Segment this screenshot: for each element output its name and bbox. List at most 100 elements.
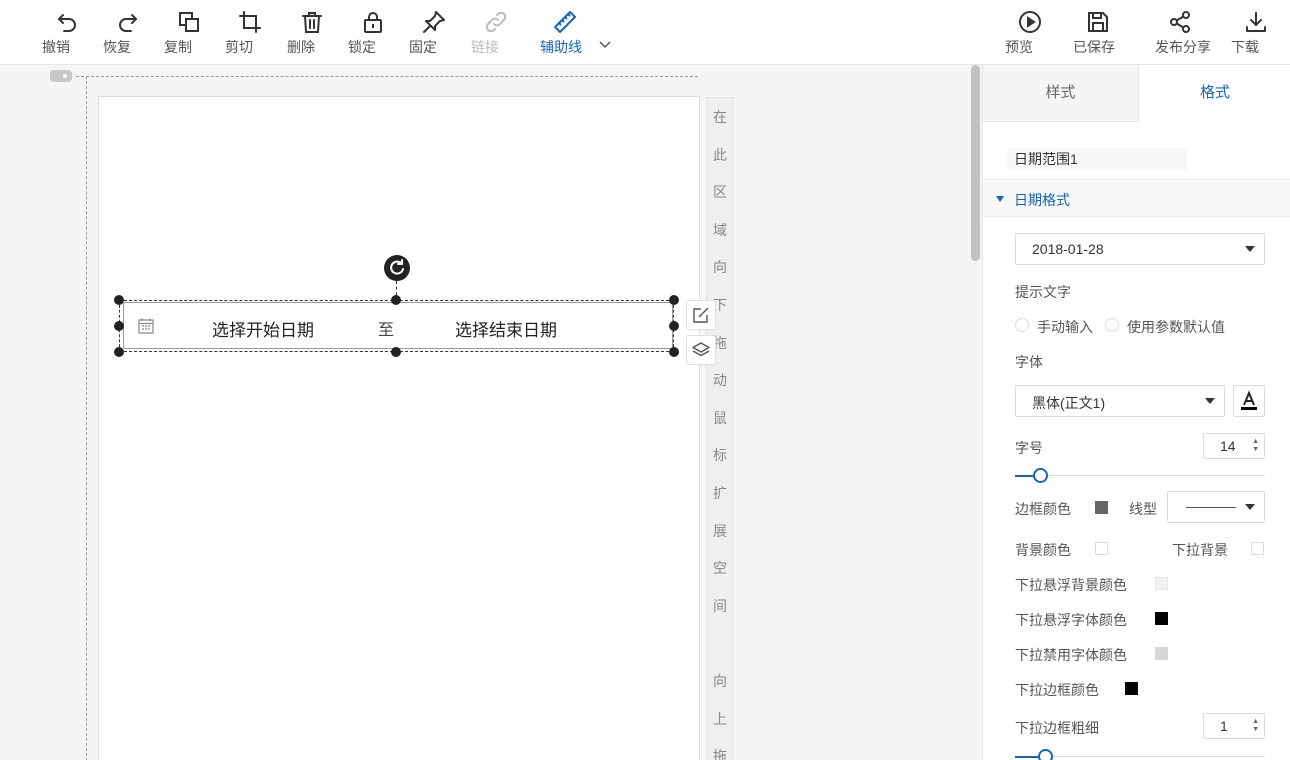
ruler-icon xyxy=(554,11,576,33)
publish-button[interactable]: 发布分享 xyxy=(1155,8,1211,60)
drag-hint-char: 间 xyxy=(713,597,727,614)
copy-button[interactable]: 复制 xyxy=(164,8,214,60)
drag-extend-strip[interactable]: 在此区域向下拖动鼠标扩展空间向上拖 xyxy=(706,97,734,760)
stepper-arrows-icon[interactable]: ▲ ▼ xyxy=(1252,438,1259,454)
line-style-label: 线型 xyxy=(1129,501,1157,517)
dropdown-border-width-stepper[interactable]: 1 ▲ ▼ xyxy=(1203,713,1265,739)
tab-format[interactable]: 格式 xyxy=(1139,65,1290,122)
border-color-swatch[interactable] xyxy=(1095,501,1108,514)
rotate-handle[interactable] xyxy=(384,255,410,281)
drag-hint-char: 展 xyxy=(713,522,727,539)
layers-icon xyxy=(692,342,710,357)
download-icon xyxy=(1246,12,1266,32)
section-title: 日期格式 xyxy=(1014,192,1070,208)
resize-handle-e[interactable] xyxy=(669,321,679,331)
preview-button[interactable]: 预览 xyxy=(1005,8,1055,60)
drag-hint-char: 动 xyxy=(713,372,727,389)
panel-tabs: 样式 格式 xyxy=(983,65,1290,122)
resize-handle-se[interactable] xyxy=(669,347,679,357)
toolbar: 撤销 恢复 复制 剪切 删除 锁定 固定 链接 辅助线 预览 已保存 发布分享 … xyxy=(0,0,1290,65)
delete-button[interactable]: 删除 xyxy=(287,8,337,60)
drag-hint-char: 上 xyxy=(713,710,727,727)
edit-widget-button[interactable] xyxy=(686,300,716,330)
drag-hint-char: 标 xyxy=(713,447,727,464)
resize-handle-sw[interactable] xyxy=(114,347,124,357)
radio-param-default-label[interactable]: 使用参数默认值 xyxy=(1127,317,1225,337)
save-button[interactable]: 已保存 xyxy=(1073,8,1123,60)
border-width-slider-track[interactable] xyxy=(1015,756,1265,757)
design-canvas[interactable]: 在此区域向下拖动鼠标扩展空间向上拖 选择开始日期 至 选择结束日期 xyxy=(0,65,982,760)
drag-hint-char: 此 xyxy=(713,146,727,163)
layer-widget-button[interactable] xyxy=(686,335,716,365)
bg-color-swatch[interactable] xyxy=(1095,542,1108,555)
component-name-input[interactable] xyxy=(1007,148,1187,170)
font-color-icon xyxy=(1241,390,1257,410)
dropdown-border-width-value: 1 xyxy=(1220,718,1228,734)
page-canvas[interactable] xyxy=(98,96,700,760)
end-date-placeholder[interactable]: 选择结束日期 xyxy=(455,316,557,341)
dropdown-hover-font-label: 下拉悬浮字体颜色 xyxy=(1015,612,1127,628)
date-format-section-header[interactable]: 日期格式 xyxy=(983,179,1290,217)
dropdown-bg-label: 下拉背景 xyxy=(1172,542,1228,558)
stepper-arrows-icon[interactable]: ▲ ▼ xyxy=(1252,718,1259,734)
resize-handle-w[interactable] xyxy=(114,321,124,331)
font-family-value: 黑体(正文1) xyxy=(1032,395,1106,411)
resize-handle-n[interactable] xyxy=(391,295,401,305)
dropdown-bg-swatch[interactable] xyxy=(1251,542,1264,555)
publish-label: 发布分享 xyxy=(1155,39,1211,55)
font-size-slider-knob[interactable] xyxy=(1032,468,1048,483)
undo-icon xyxy=(58,14,76,32)
font-size-stepper[interactable]: 14 ▲ ▼ xyxy=(1203,433,1265,459)
redo-label: 恢复 xyxy=(103,39,131,55)
radio-param-default[interactable] xyxy=(1105,318,1119,332)
tab-style[interactable]: 样式 xyxy=(983,65,1139,122)
cut-button[interactable]: 剪切 xyxy=(225,8,275,60)
trash-icon xyxy=(302,12,322,33)
date-separator: 至 xyxy=(378,322,395,339)
start-date-placeholder[interactable]: 选择开始日期 xyxy=(212,316,314,341)
resize-handle-ne[interactable] xyxy=(669,295,679,305)
date-format-value: 2018-01-28 xyxy=(1032,241,1104,257)
redo-button[interactable]: 恢复 xyxy=(103,8,153,60)
font-color-button[interactable] xyxy=(1233,385,1265,417)
pin-icon xyxy=(423,11,445,33)
guides-button[interactable]: 辅助线 xyxy=(540,8,590,60)
date-range-widget[interactable]: 选择开始日期 至 选择结束日期 xyxy=(123,302,673,349)
link-icon xyxy=(485,11,507,33)
font-size-slider-track[interactable] xyxy=(1015,475,1265,476)
radio-manual-input[interactable] xyxy=(1015,318,1029,332)
horizontal-guide-line[interactable] xyxy=(76,76,698,77)
resize-handle-s[interactable] xyxy=(391,347,401,357)
drag-hint-char: 区 xyxy=(713,184,727,201)
undo-label: 撤销 xyxy=(42,39,70,55)
radio-manual-input-label[interactable]: 手动输入 xyxy=(1037,317,1093,337)
dropdown-disabled-font-swatch[interactable] xyxy=(1155,647,1168,660)
vertical-guide-line[interactable] xyxy=(86,76,87,760)
download-button[interactable]: 下载 xyxy=(1231,8,1281,60)
font-family-select[interactable]: 黑体(正文1) xyxy=(1015,385,1225,417)
pin-button[interactable]: 固定 xyxy=(409,8,459,60)
line-style-select[interactable] xyxy=(1167,491,1265,523)
drag-hint-char: 拖 xyxy=(713,748,727,760)
canvas-scrollbar[interactable] xyxy=(971,65,980,261)
play-circle-icon xyxy=(1019,11,1041,33)
drag-hint-char: 在 xyxy=(713,109,727,125)
date-format-select[interactable]: 2018-01-28 xyxy=(1015,233,1265,265)
chevron-down-icon[interactable] xyxy=(598,38,612,52)
lock-icon xyxy=(364,12,382,33)
caret-down-icon xyxy=(1245,504,1255,510)
dropdown-hover-font-swatch[interactable] xyxy=(1155,612,1168,625)
copy-label: 复制 xyxy=(164,39,192,55)
copy-icon xyxy=(179,12,199,32)
undo-button[interactable]: 撤销 xyxy=(42,8,92,60)
lock-button[interactable]: 锁定 xyxy=(348,8,398,60)
resize-handle-nw[interactable] xyxy=(114,295,124,305)
dropdown-border-color-swatch[interactable] xyxy=(1125,682,1138,695)
border-width-slider-knob[interactable] xyxy=(1037,749,1053,760)
dropdown-hover-bg-swatch[interactable] xyxy=(1155,577,1168,590)
dropdown-disabled-font-label: 下拉禁用字体颜色 xyxy=(1015,647,1127,663)
link-button[interactable]: 链接 xyxy=(471,8,521,60)
font-label: 字体 xyxy=(1015,354,1043,370)
save-icon xyxy=(1088,12,1108,32)
ruler-tag-icon[interactable] xyxy=(50,70,72,82)
